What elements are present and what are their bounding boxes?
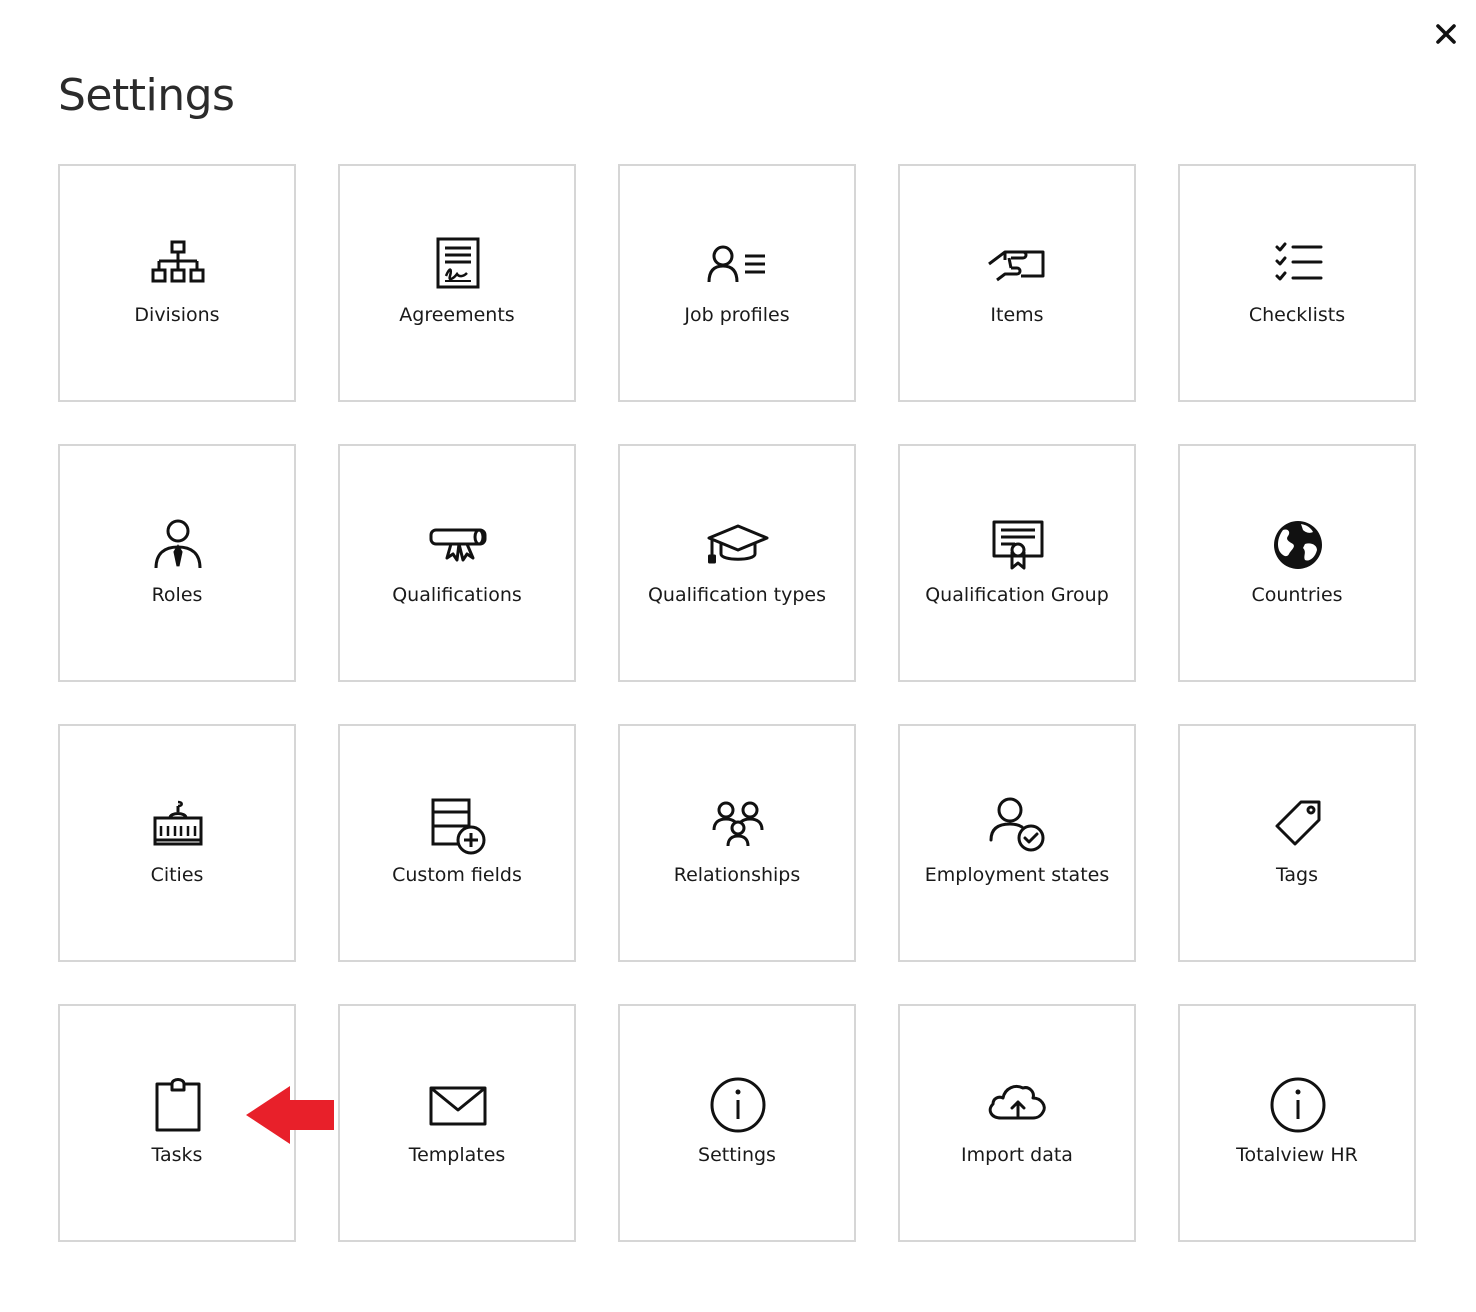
tile-label: Templates — [408, 1144, 506, 1166]
tile-roles[interactable]: Roles — [58, 444, 296, 682]
tile-label: Checklists — [1248, 304, 1346, 326]
tile-label: Divisions — [134, 304, 220, 326]
checklist-icon — [1263, 236, 1333, 296]
globe-icon — [1263, 516, 1333, 576]
tile-label: Import data — [961, 1144, 1073, 1166]
hand-card-icon — [983, 236, 1053, 296]
form-add-icon — [423, 796, 493, 856]
tile-qualification-types[interactable]: Qualification types — [618, 444, 856, 682]
tile-label: Roles — [151, 584, 203, 606]
tile-label: Tasks — [151, 1144, 203, 1166]
certificate-icon — [983, 516, 1053, 576]
person-check-icon — [983, 796, 1053, 856]
close-button[interactable] — [1428, 16, 1464, 52]
info-icon — [703, 1076, 773, 1136]
envelope-icon — [423, 1076, 493, 1136]
cloud-upload-icon — [983, 1076, 1053, 1136]
tile-tags[interactable]: Tags — [1178, 724, 1416, 962]
tile-cities[interactable]: Cities — [58, 724, 296, 962]
tile-label: Employment states — [924, 864, 1110, 886]
tile-label: Tags — [1275, 864, 1319, 886]
tile-label: Countries — [1251, 584, 1343, 606]
tile-label: Qualification types — [647, 584, 827, 606]
tile-label: Custom fields — [392, 864, 522, 886]
tile-items[interactable]: Items — [898, 164, 1136, 402]
person-list-icon — [703, 236, 773, 296]
tile-totalview-hr[interactable]: Totalview HR — [1178, 1004, 1416, 1242]
tile-divisions[interactable]: Divisions — [58, 164, 296, 402]
city-hall-icon — [143, 796, 213, 856]
tile-label: Items — [990, 304, 1044, 326]
tile-settings[interactable]: Settings — [618, 1004, 856, 1242]
org-chart-icon — [143, 236, 213, 296]
clipboard-icon — [143, 1076, 213, 1136]
page-title: Settings — [58, 70, 235, 121]
arrow-shape — [246, 1086, 334, 1144]
arrow-left-icon — [246, 1086, 334, 1144]
diploma-icon — [423, 516, 493, 576]
tag-icon — [1263, 796, 1333, 856]
tile-label: Settings — [698, 1144, 776, 1166]
tile-label: Qualification Group — [925, 584, 1109, 606]
person-tie-icon — [143, 516, 213, 576]
tile-label: Relationships — [673, 864, 801, 886]
tile-import-data[interactable]: Import data — [898, 1004, 1136, 1242]
tile-agreements[interactable]: Agreements — [338, 164, 576, 402]
tile-qualifications[interactable]: Qualifications — [338, 444, 576, 682]
tile-label: Agreements — [399, 304, 515, 326]
graduation-cap-icon — [703, 516, 773, 576]
tile-label: Totalview HR — [1236, 1144, 1358, 1166]
info-icon — [1263, 1076, 1333, 1136]
people-group-icon — [703, 796, 773, 856]
tile-label: Qualifications — [392, 584, 522, 606]
tile-countries[interactable]: Countries — [1178, 444, 1416, 682]
tile-label: Cities — [150, 864, 204, 886]
tile-employment-states[interactable]: Employment states — [898, 724, 1136, 962]
tile-qualification-group[interactable]: Qualification Group — [898, 444, 1136, 682]
tile-job-profiles[interactable]: Job profiles — [618, 164, 856, 402]
tile-checklists[interactable]: Checklists — [1178, 164, 1416, 402]
close-icon — [1436, 24, 1456, 44]
tile-custom-fields[interactable]: Custom fields — [338, 724, 576, 962]
signed-document-icon — [423, 236, 493, 296]
tile-relationships[interactable]: Relationships — [618, 724, 856, 962]
tile-label: Job profiles — [684, 304, 790, 326]
tile-templates[interactable]: Templates — [338, 1004, 576, 1242]
